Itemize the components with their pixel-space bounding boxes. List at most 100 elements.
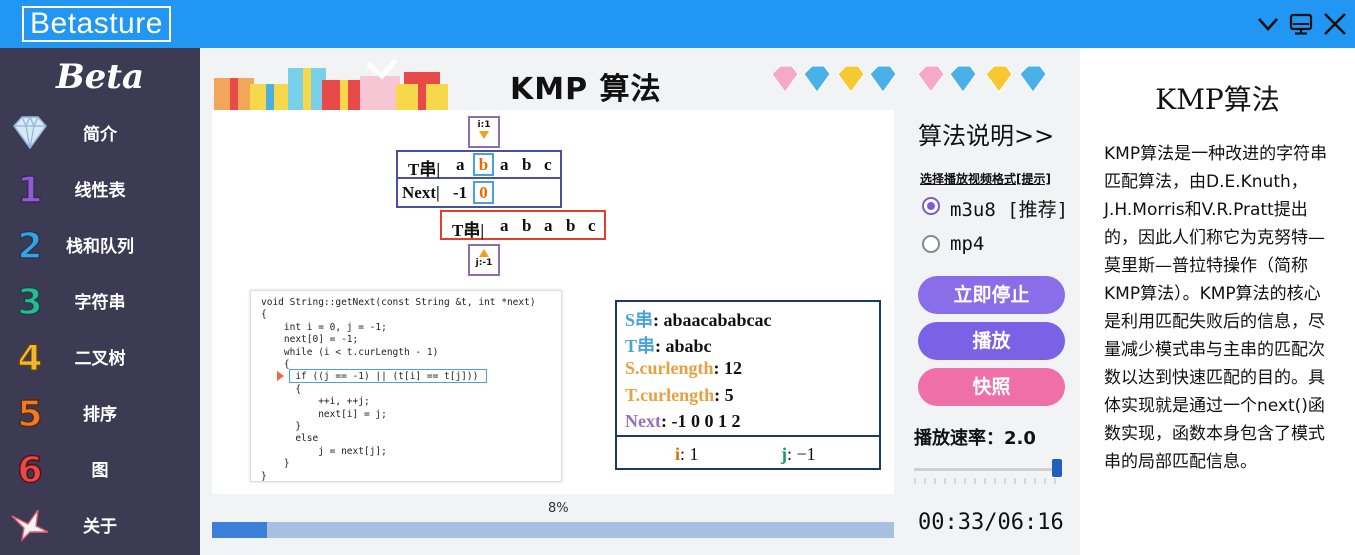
gems-decoration xyxy=(771,65,1047,93)
t-length-label: T.curlength xyxy=(625,385,715,405)
s-length-label: S.curlength xyxy=(625,358,714,378)
s-length-value: 12 xyxy=(724,358,743,378)
code-highlight xyxy=(289,369,487,383)
description-title: KMP算法 xyxy=(1155,83,1280,116)
pattern-row-label: T串| xyxy=(452,221,485,240)
t-string-line: T串: ababc xyxy=(625,336,712,356)
t-row-label: T串| xyxy=(408,160,441,179)
s-label: S串 xyxy=(625,310,654,330)
svg-text:3: 3 xyxy=(17,282,42,322)
format-option-m3u8[interactable]: m3u8 [推荐] xyxy=(920,194,1070,221)
pattern-char: c xyxy=(588,216,596,235)
next-array-line: Next: -1 0 0 1 2 xyxy=(625,411,741,431)
digit-4-icon: 4 xyxy=(8,334,52,380)
t-char: a xyxy=(456,155,465,174)
digit-1-icon: 1 xyxy=(8,166,52,212)
t-length-line: T.curlength: 5 xyxy=(625,385,734,405)
t-char-highlight: b xyxy=(473,153,494,176)
j-pointer-label: j:-1 xyxy=(475,258,493,268)
next-row-label: Next| xyxy=(402,183,440,202)
playback-time: 00:33/06:16 xyxy=(918,510,1064,535)
format-label[interactable]: 选择播放视频格式[提示] xyxy=(920,170,1051,187)
svg-text:2: 2 xyxy=(17,226,42,266)
sidebar: Beta 简介 1 线性表 2 栈和队列 3 字符串 4 二叉树 5 排序 6 … xyxy=(0,48,200,555)
i-value: 1 xyxy=(689,444,699,464)
progress-bar[interactable] xyxy=(212,522,894,538)
algorithm-canvas: i:1 T串| a b a b c Next| -1 0 T串| a b a b xyxy=(212,110,894,494)
radio-unselected-icon[interactable] xyxy=(922,235,940,253)
app-title: Betasture xyxy=(22,6,171,42)
sidebar-item-label: 排序 xyxy=(83,405,117,425)
sidebar-item-label: 图 xyxy=(91,461,109,481)
sidebar-item-stack-queue[interactable]: 2 栈和队列 xyxy=(0,218,200,270)
format-option-label: mp4 xyxy=(950,233,985,255)
sidebar-item-intro[interactable]: 简介 xyxy=(0,106,200,158)
speed-slider-handle[interactable] xyxy=(1052,459,1062,477)
sidebar-item-graph[interactable]: 6 图 xyxy=(0,442,200,494)
speed-slider-ticks xyxy=(914,478,1056,484)
sidebar-item-binary-tree[interactable]: 4 二叉树 xyxy=(0,330,200,382)
snapshot-button[interactable]: 快照 xyxy=(918,368,1065,406)
radio-selected-icon[interactable] xyxy=(922,197,940,215)
t-row: T串| a b a b c xyxy=(398,152,560,179)
sidebar-item-sort[interactable]: 5 排序 xyxy=(0,386,200,438)
s-string-line: S串: abaacababcac xyxy=(625,310,772,330)
t-char: b xyxy=(522,155,532,174)
sidebar-item-label: 线性表 xyxy=(74,181,126,201)
description-text: KMP算法是一种改进的字符串匹配算法，由D.E.Knuth，J.H.Morris… xyxy=(1104,144,1328,472)
speed-slider[interactable] xyxy=(914,468,1062,471)
pattern-char: b xyxy=(566,216,576,235)
page-title: KMP 算法 xyxy=(510,72,662,107)
svg-text:1: 1 xyxy=(17,170,42,210)
arrow-up-icon xyxy=(479,249,489,257)
next-value: -1 0 0 1 2 xyxy=(671,411,741,431)
s-length-line: S.curlength: 12 xyxy=(625,358,743,378)
t-next-table: T串| a b a b c Next| -1 0 xyxy=(396,150,562,208)
variables-panel: S串: abaacababcac T串: ababc S.curlength: … xyxy=(615,300,881,470)
sidebar-item-label: 关于 xyxy=(83,517,117,537)
title-bar: Betasture xyxy=(0,0,1355,48)
play-button[interactable]: 播放 xyxy=(918,322,1065,360)
digit-2-icon: 2 xyxy=(8,222,52,268)
description-panel: KMP算法 KMP算法是一种改进的字符串匹配算法，由D.E.Knuth，J.H.… xyxy=(1080,48,1355,555)
svg-text:5: 5 xyxy=(17,394,42,434)
sidebar-item-linear-list[interactable]: 1 线性表 xyxy=(0,162,200,214)
i-value-line: i: 1 xyxy=(675,444,699,464)
svg-text:4: 4 xyxy=(17,338,42,378)
pattern-table: T串| a b a b c xyxy=(440,210,606,240)
s-value: abaacababcac xyxy=(663,310,772,330)
sidebar-item-string[interactable]: 3 字符串 xyxy=(0,274,200,326)
i-pointer: i:1 xyxy=(468,116,500,148)
monitor-icon[interactable] xyxy=(1287,10,1315,38)
app-window: Betasture Beta 简介 1 线性表 2 栈和队列 3 字符串 4 二… xyxy=(0,0,1355,555)
progress-fill xyxy=(212,522,267,538)
algorithm-info-link[interactable]: 算法说明>> xyxy=(918,116,1054,151)
next-value: -1 xyxy=(453,183,468,202)
chevron-down-icon[interactable] xyxy=(1254,10,1282,38)
sidebar-item-label: 栈和队列 xyxy=(66,237,134,257)
stop-button[interactable]: 立即停止 xyxy=(918,276,1065,314)
pattern-char: a xyxy=(544,216,553,235)
paper-crane-icon xyxy=(8,502,52,546)
j-value-line: j: −1 xyxy=(781,444,816,464)
t-char: c xyxy=(544,155,552,174)
sidebar-item-about[interactable]: 关于 xyxy=(0,498,200,550)
next-row: Next| -1 0 xyxy=(398,181,560,206)
controls-panel: 算法说明>> 选择播放视频格式[提示] m3u8 [推荐] mp4 立即停止 播… xyxy=(904,110,1074,555)
digit-5-icon: 5 xyxy=(8,390,52,436)
arrow-down-icon xyxy=(479,131,489,139)
speed-label: 播放速率：2.0 xyxy=(914,428,1036,449)
j-pointer: j:-1 xyxy=(468,244,500,276)
next-value-highlight: 0 xyxy=(473,181,494,204)
format-option-label: m3u8 [推荐] xyxy=(950,199,1069,221)
close-icon[interactable] xyxy=(1321,10,1349,38)
digit-6-icon: 6 xyxy=(8,446,52,492)
t-value: ababc xyxy=(665,336,712,356)
format-option-mp4[interactable]: mp4 xyxy=(920,232,1070,258)
pattern-char: b xyxy=(522,216,532,235)
digit-3-icon: 3 xyxy=(8,278,52,324)
t-label: T串 xyxy=(625,336,656,356)
pattern-char: a xyxy=(500,216,509,235)
sidebar-item-label: 字符串 xyxy=(74,293,126,313)
i-label: i xyxy=(675,444,681,464)
